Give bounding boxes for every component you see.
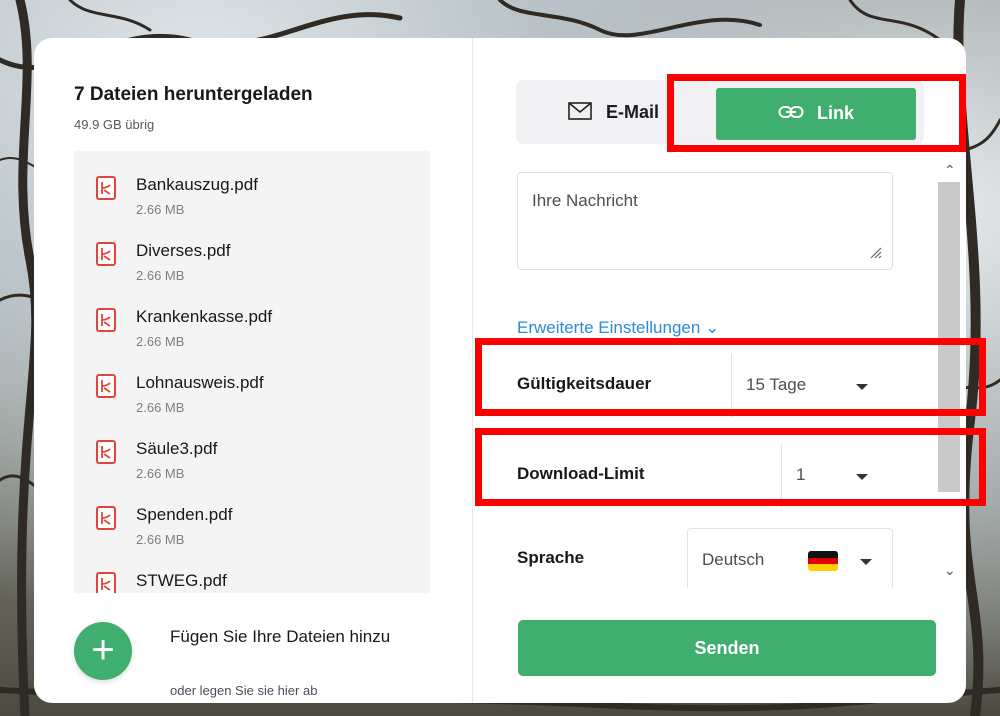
file-item[interactable]: Spenden.pdf 2.66 MB bbox=[96, 503, 396, 563]
file-size: 2.66 MB bbox=[136, 202, 185, 217]
drop-hint: oder legen Sie sie hier ab bbox=[170, 683, 318, 698]
language-row: Sprache Deutsch bbox=[517, 528, 893, 588]
file-item[interactable]: Krankenkasse.pdf 2.66 MB bbox=[96, 305, 396, 365]
file-name: Diverses.pdf bbox=[136, 241, 231, 260]
files-panel: 7 Dateien heruntergeladen 49.9 GB übrig … bbox=[34, 38, 473, 703]
file-size: 2.66 MB bbox=[136, 400, 185, 415]
language-select[interactable]: Deutsch bbox=[687, 528, 893, 588]
pdf-icon bbox=[96, 308, 116, 332]
language-value: Deutsch bbox=[702, 550, 765, 569]
file-name: Spenden.pdf bbox=[136, 505, 233, 524]
file-item[interactable]: Lohnausweis.pdf 2.66 MB bbox=[96, 371, 396, 431]
file-item[interactable]: Diverses.pdf 2.66 MB bbox=[96, 239, 396, 299]
plus-icon: + bbox=[91, 628, 115, 672]
pdf-icon bbox=[96, 506, 116, 530]
resize-handle-icon[interactable] bbox=[868, 245, 882, 259]
file-size: 2.66 MB bbox=[136, 334, 185, 349]
file-size: 2.66 MB bbox=[136, 268, 185, 283]
scroll-up-icon[interactable]: ⌃ bbox=[944, 162, 956, 179]
file-name: Bankauszug.pdf bbox=[136, 175, 258, 194]
advanced-settings-link[interactable]: Erweiterte Einstellungen ⌄ bbox=[517, 318, 719, 338]
scroll-down-icon[interactable]: ⌄ bbox=[944, 562, 956, 579]
add-files-button[interactable]: + bbox=[74, 622, 132, 680]
pdf-icon bbox=[96, 242, 116, 266]
file-item[interactable]: Säule3.pdf 2.66 MB bbox=[96, 437, 396, 497]
file-name: Krankenkasse.pdf bbox=[136, 307, 273, 326]
highlight-box-link-tab bbox=[667, 74, 966, 152]
storage-remaining: 49.9 GB übrig bbox=[74, 117, 155, 132]
file-list[interactable]: Bankauszug.pdf 2.66 MB Diverses.pdf 2.66… bbox=[74, 151, 430, 593]
pdf-icon bbox=[96, 176, 116, 200]
file-size: 2.66 MB bbox=[136, 466, 185, 481]
language-label: Sprache bbox=[517, 548, 585, 567]
pdf-icon bbox=[96, 374, 116, 398]
message-textarea[interactable]: Ihre Nachricht bbox=[517, 172, 893, 270]
message-placeholder: Ihre Nachricht bbox=[532, 191, 638, 210]
highlight-box-download-limit bbox=[475, 428, 986, 506]
chevron-down-icon: ⌄ bbox=[705, 318, 720, 337]
file-name: Säule3.pdf bbox=[136, 439, 218, 458]
pdf-icon bbox=[96, 572, 116, 593]
highlight-box-validity bbox=[475, 338, 986, 416]
file-name: STWEG.pdf bbox=[136, 571, 227, 590]
pdf-icon bbox=[96, 440, 116, 464]
german-flag-icon bbox=[808, 551, 838, 571]
advanced-settings-label: Erweiterte Einstellungen bbox=[517, 318, 701, 337]
add-files-label[interactable]: Fügen Sie Ihre Dateien hinzu bbox=[170, 622, 420, 651]
send-button[interactable]: Senden bbox=[518, 620, 936, 676]
files-title: 7 Dateien heruntergeladen bbox=[74, 84, 313, 105]
envelope-icon bbox=[568, 102, 592, 120]
tab-email-label: E-Mail bbox=[606, 102, 660, 122]
file-item[interactable]: Bankauszug.pdf 2.66 MB bbox=[96, 173, 396, 233]
dropdown-caret-icon bbox=[860, 559, 872, 565]
file-size: 2.66 MB bbox=[136, 532, 185, 547]
file-item[interactable]: STWEG.pdf bbox=[96, 569, 396, 593]
file-name: Lohnausweis.pdf bbox=[136, 373, 264, 392]
